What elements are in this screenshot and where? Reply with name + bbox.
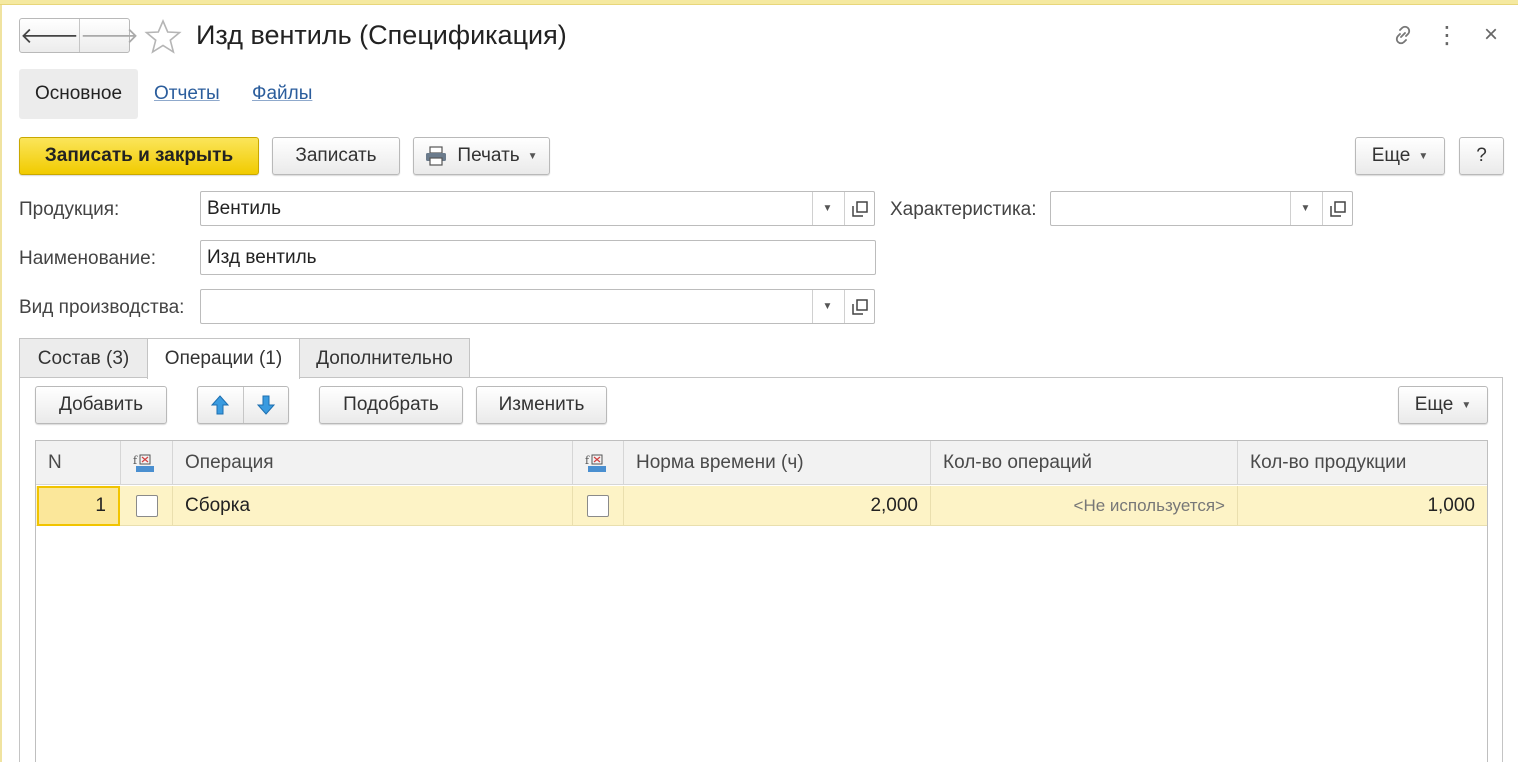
- characteristic-label: Характеристика:: [890, 199, 1037, 220]
- production-type-field[interactable]: ▼: [200, 289, 875, 324]
- window-left-border: [0, 5, 2, 762]
- back-button[interactable]: 🡐: [20, 19, 80, 52]
- tab-additional[interactable]: Дополнительно: [299, 338, 470, 378]
- close-icon[interactable]: ×: [1478, 21, 1504, 48]
- column-header-product-count[interactable]: Кол-во продукции: [1238, 441, 1487, 485]
- arrow-up-icon: [211, 395, 230, 415]
- tab-operations[interactable]: Операции (1): [147, 338, 300, 379]
- arrow-right-icon: 🡒: [80, 22, 139, 48]
- section-main[interactable]: Основное: [19, 69, 138, 119]
- cell-flag-1[interactable]: [121, 486, 173, 526]
- chevron-down-icon: ▼: [1418, 150, 1429, 162]
- arrow-down-icon: [256, 395, 275, 415]
- open-icon[interactable]: [844, 290, 874, 323]
- open-icon[interactable]: [1322, 192, 1352, 225]
- column-header-op-count[interactable]: Кол-во операций: [931, 441, 1238, 485]
- column-header-operation[interactable]: Операция: [173, 441, 573, 485]
- section-reports[interactable]: Отчеты: [154, 69, 220, 119]
- cell-n[interactable]: 1: [37, 486, 120, 526]
- chevron-down-icon: ▼: [1461, 399, 1472, 411]
- formula-icon: f: [133, 454, 154, 472]
- svg-text:f: f: [133, 454, 138, 467]
- forward-button[interactable]: 🡒: [80, 19, 139, 52]
- more-button[interactable]: Еще ▼: [1355, 137, 1445, 175]
- section-files[interactable]: Файлы: [252, 69, 312, 119]
- column-header-formula-2[interactable]: f: [573, 441, 624, 485]
- product-field[interactable]: Вентиль ▼: [200, 191, 875, 226]
- navigation-buttons: 🡐 🡒: [19, 18, 139, 53]
- star-icon[interactable]: [144, 18, 182, 56]
- name-value: Изд вентиль: [207, 247, 317, 268]
- column-header-formula-1[interactable]: f: [121, 441, 173, 485]
- move-down-button[interactable]: [244, 387, 289, 423]
- dropdown-button[interactable]: ▼: [812, 290, 842, 323]
- edit-button[interactable]: Изменить: [476, 386, 607, 424]
- more-label: Еще: [1371, 145, 1411, 166]
- tab-composition[interactable]: Состав (3): [19, 338, 148, 378]
- help-button[interactable]: ?: [1459, 137, 1504, 175]
- table-more-button[interactable]: Еще ▼: [1398, 386, 1488, 424]
- chevron-down-icon: ▼: [527, 150, 538, 162]
- add-button[interactable]: Добавить: [35, 386, 167, 424]
- print-label: Печать: [457, 145, 520, 166]
- cell-flag-2[interactable]: [573, 486, 624, 526]
- cell-product-count[interactable]: 1,000: [1238, 486, 1487, 526]
- formula-icon: f: [585, 454, 606, 472]
- open-icon[interactable]: [844, 192, 874, 225]
- table-more-label: Еще: [1414, 394, 1454, 415]
- window-title: Изд вентиль (Спецификация): [196, 20, 567, 50]
- product-value: Вентиль: [207, 198, 282, 219]
- dropdown-button[interactable]: ▼: [1290, 192, 1320, 225]
- characteristic-field[interactable]: ▼: [1050, 191, 1353, 226]
- table-header: N f Операция f Норма времени (ч) Кол-во …: [36, 441, 1487, 485]
- move-up-button[interactable]: [198, 387, 244, 423]
- dropdown-button[interactable]: ▼: [812, 192, 842, 225]
- table-row[interactable]: 1 Сборка 2,000 <Не используется> 1,000: [36, 486, 1487, 526]
- checkbox[interactable]: [135, 495, 158, 517]
- arrow-left-icon: 🡐: [20, 22, 79, 48]
- link-icon[interactable]: [1390, 22, 1416, 48]
- name-label: Наименование:: [19, 248, 156, 269]
- print-button[interactable]: Печать ▼: [413, 137, 550, 175]
- name-field[interactable]: Изд вентиль: [200, 240, 876, 275]
- column-header-n[interactable]: N: [36, 441, 121, 485]
- pick-button[interactable]: Подобрать: [319, 386, 463, 424]
- product-label: Продукция:: [19, 199, 120, 220]
- production-type-label: Вид производства:: [19, 297, 185, 318]
- checkbox[interactable]: [587, 495, 609, 517]
- cell-op-count[interactable]: <Не используется>: [931, 486, 1238, 526]
- save-and-close-button[interactable]: Записать и закрыть: [19, 137, 259, 175]
- more-icon[interactable]: ⋮: [1434, 22, 1460, 49]
- move-buttons: [197, 386, 289, 424]
- save-button[interactable]: Записать: [272, 137, 400, 175]
- svg-text:f: f: [585, 454, 590, 467]
- column-header-time-norm[interactable]: Норма времени (ч): [624, 441, 931, 485]
- window-top-border: [0, 0, 1518, 5]
- cell-time-norm[interactable]: 2,000: [624, 486, 931, 526]
- cell-operation[interactable]: Сборка: [173, 486, 573, 526]
- operations-table[interactable]: N f Операция f Норма времени (ч) Кол-во …: [35, 440, 1488, 762]
- printer-icon: [426, 146, 447, 166]
